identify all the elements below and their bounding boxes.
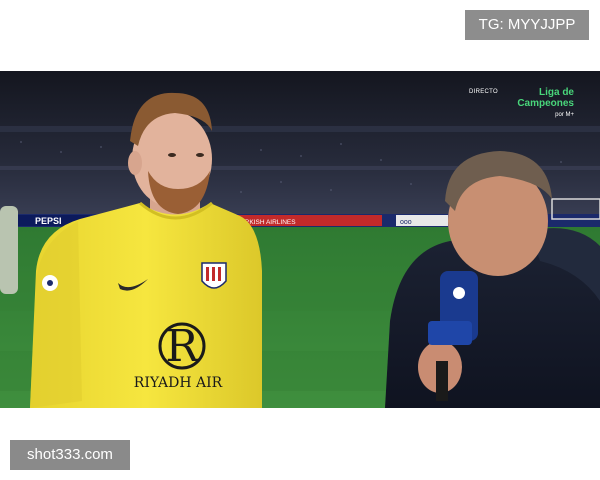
ad-right: ooo [400,219,412,226]
ad-pepsi: PEPSI [35,216,62,226]
competition-name: Liga de Campeones [517,87,574,109]
watermark-site: shot333.com [10,440,130,470]
bystander-left [0,206,18,294]
live-label: DIRECTO [469,89,498,95]
video-frame: PEPSI TURKISH AIRLINES ooo R RIYADH AIR … [0,71,600,408]
watermark-tg: TG: MYYJJPP [465,10,589,40]
stadium-scene: PEPSI TURKISH AIRLINES ooo R RIYADH AIR [0,71,600,408]
ucl-mic-logo-icon [453,287,465,299]
shirt-sponsor-text: RIYADH AIR [134,375,223,391]
channel-name: por M+ [555,112,574,118]
broadcast-logo: Liga de Campeones por M+ [517,87,574,118]
